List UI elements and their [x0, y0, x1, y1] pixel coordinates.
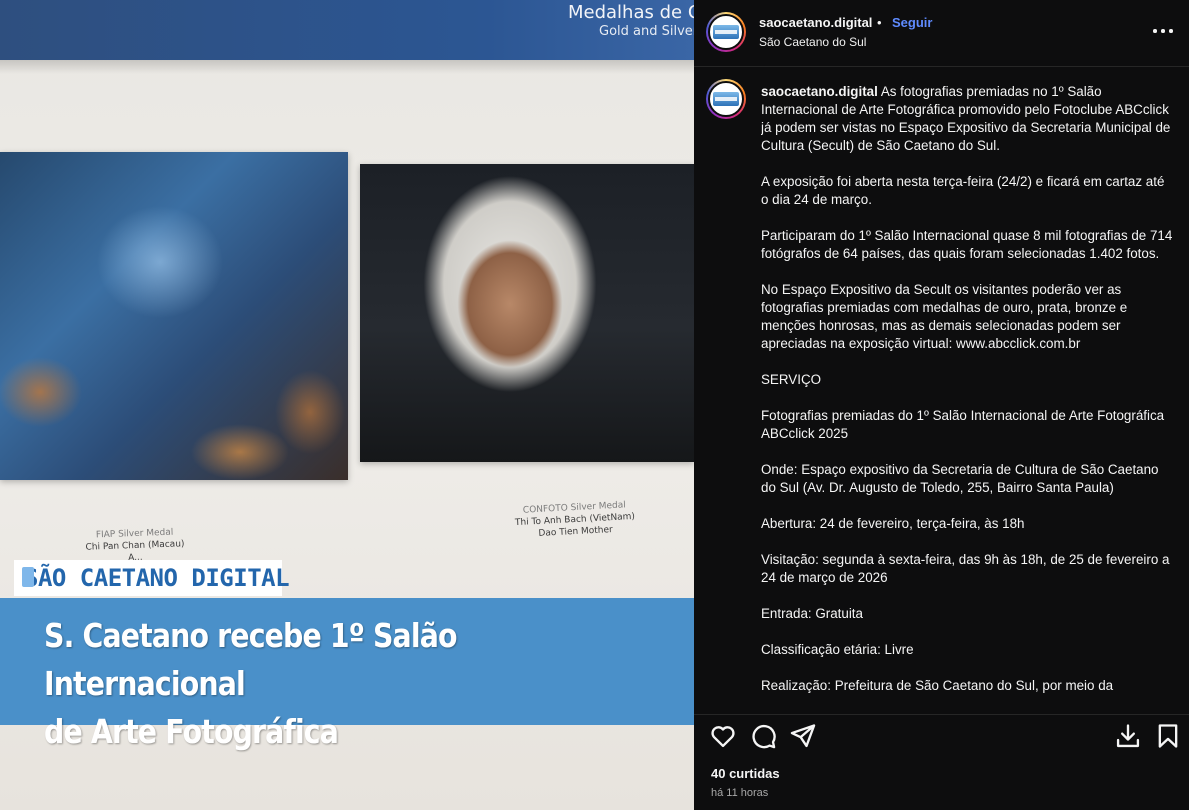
separator-dot: •	[877, 15, 882, 30]
heart-icon[interactable]	[709, 722, 737, 750]
like-count[interactable]: 40 curtidas	[711, 766, 780, 781]
headline: S. Caetano recebe 1º Salão Internacional…	[44, 616, 457, 751]
header-username[interactable]: saocaetano.digital	[759, 15, 872, 30]
profile-logo-icon	[713, 92, 739, 106]
caption-paragraph: Realização: Prefeitura de São Caetano do…	[761, 678, 1114, 693]
comment-icon[interactable]	[749, 722, 777, 750]
caption-paragraph: Participaram do 1º Salão Internacional q…	[761, 228, 1173, 261]
caption-paragraph: Entrada: Gratuita	[761, 606, 863, 621]
caption-avatar[interactable]	[706, 79, 746, 119]
headline-banner: S. Caetano recebe 1º Salão Internacional…	[0, 598, 694, 751]
share-icon[interactable]	[789, 722, 817, 750]
exhibited-photo-elderly-woman	[360, 164, 694, 462]
action-bar	[694, 722, 1189, 752]
download-icon[interactable]	[1114, 722, 1142, 750]
post-image[interactable]: Medalhas de Ou Gold and Silver FIAP Silv…	[0, 0, 694, 810]
actions-divider	[694, 714, 1189, 715]
profile-logo-icon	[713, 25, 739, 39]
bookmark-icon[interactable]	[1154, 722, 1182, 750]
brand-name: SÃO CAETANO DIGITAL	[24, 564, 290, 592]
follow-button[interactable]: Seguir	[892, 15, 932, 30]
photo-caption-right: CONFOTO Silver Medal Thi To Anh Bach (Vi…	[514, 500, 636, 539]
banner-subtitle: Gold and Silver	[599, 24, 694, 39]
caption-paragraph: SERVIÇO	[761, 372, 822, 387]
caption-paragraph: No Espaço Expositivo da Secult os visita…	[761, 282, 1128, 351]
caption-username[interactable]: saocaetano.digital	[761, 84, 878, 99]
caption-paragraph: Classificação etária: Livre	[761, 642, 914, 657]
post-caption: saocaetano.digital As fotografias premia…	[761, 83, 1173, 709]
post-timestamp[interactable]: há 11 horas	[711, 787, 768, 799]
exhibited-photo-basket-weavers	[0, 152, 348, 480]
caption-paragraph: A exposição foi aberta nesta terça-feira…	[761, 174, 1165, 207]
banner-title: Medalhas de Ou	[568, 2, 694, 23]
post-panel: saocaetano.digital • Seguir São Caetano …	[694, 0, 1189, 810]
location-link[interactable]: São Caetano do Sul	[759, 35, 866, 49]
more-options-icon[interactable]	[1152, 20, 1176, 40]
caption-paragraph: Abertura: 24 de fevereiro, terça-feira, …	[761, 516, 1025, 531]
caption-paragraph: Visitação: segunda à sexta-feira, das 9h…	[761, 552, 1170, 585]
caption-paragraph: Fotografias premiadas do 1º Salão Intern…	[761, 408, 1165, 441]
caption-paragraph: Onde: Espaço expositivo da Secretaria de…	[761, 462, 1159, 495]
header-divider	[694, 66, 1189, 67]
avatar[interactable]	[706, 12, 746, 52]
brand-logo: SÃO CAETANO DIGITAL	[14, 560, 290, 596]
